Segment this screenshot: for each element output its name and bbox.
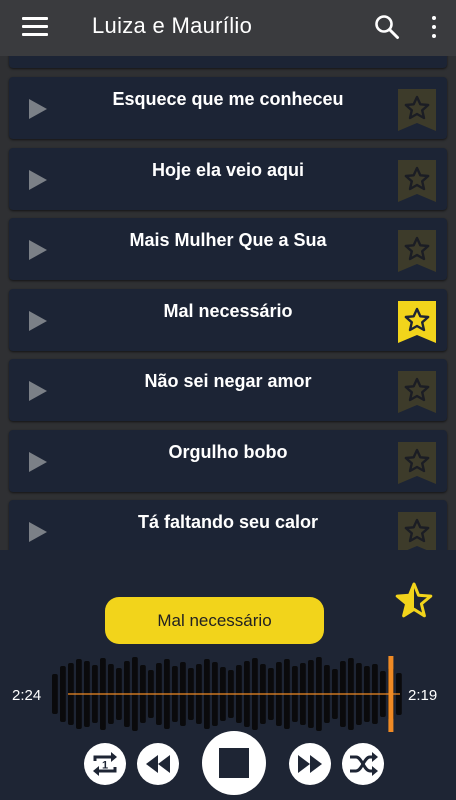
list-item[interactable]: Hoje ela veio aqui [9,147,447,210]
list-item[interactable]: Não sei negar amor [9,359,447,421]
list-item[interactable]: Orgulho bobo [9,429,447,492]
waveform-bar [52,674,58,714]
play-icon[interactable] [29,522,47,542]
list-item[interactable]: Esquece que me conheceu [9,77,447,139]
repeat-one-icon: 1 [93,752,117,776]
seek-thumb[interactable] [388,656,394,732]
fast-forward-icon [298,755,322,773]
repeat-one-button[interactable]: 1 [84,743,126,785]
waveform-bar [60,666,66,722]
favorite-star-active-icon[interactable] [398,300,436,343]
shuffle-button[interactable] [342,743,384,785]
list-item[interactable] [9,56,447,68]
app-bar: Luiza e Maurílio [0,0,456,56]
list-item[interactable]: Mais Mulher Que a Sua [9,218,447,280]
fast-forward-button[interactable] [289,743,331,785]
favorite-star-icon[interactable] [398,89,436,131]
song-title: Mais Mulher Que a Sua [129,230,327,250]
song-title: Tá faltando seu calor [137,512,319,532]
remaining-time: 2:19 [408,687,438,704]
favorite-star-icon[interactable] [398,159,436,202]
rewind-button[interactable] [137,743,179,785]
search-icon[interactable] [374,14,400,40]
elapsed-time: 2:24 [12,687,42,704]
favorite-star-icon[interactable] [398,371,436,413]
svg-text:1: 1 [102,760,108,772]
player-panel: Mal necessário 2:24 2:19 1 [0,550,456,800]
rewind-icon [146,755,170,773]
play-icon[interactable] [29,381,47,401]
favorite-star-icon[interactable] [398,441,436,484]
song-title: Mal necessário [163,300,293,321]
song-title: Orgulho bobo [168,441,288,462]
hamburger-menu-icon[interactable] [22,17,48,37]
favorite-star-icon[interactable] [398,512,436,550]
stop-button[interactable] [202,731,266,795]
song-title: Não sei negar amor [144,371,312,391]
list-item[interactable]: Tá faltando seu calor [9,500,447,550]
song-list[interactable]: Esquece que me conheceu Hoje ela veio aqu… [0,56,456,550]
page-title: Luiza e Maurílio [92,13,253,38]
more-vert-icon[interactable] [430,16,438,40]
list-item[interactable]: Mal necessário [9,288,447,351]
play-icon[interactable] [29,310,47,331]
favorite-star-icon[interactable] [398,230,436,272]
song-title: Esquece que me conheceu [112,89,344,109]
favorite-star-icon[interactable] [398,56,436,60]
play-icon[interactable] [29,240,47,260]
play-icon[interactable] [29,451,47,472]
play-icon[interactable] [29,169,47,190]
song-title: Hoje ela veio aqui [151,159,305,180]
stop-icon [219,748,249,778]
shuffle-icon [350,752,378,776]
play-icon[interactable] [29,99,47,119]
